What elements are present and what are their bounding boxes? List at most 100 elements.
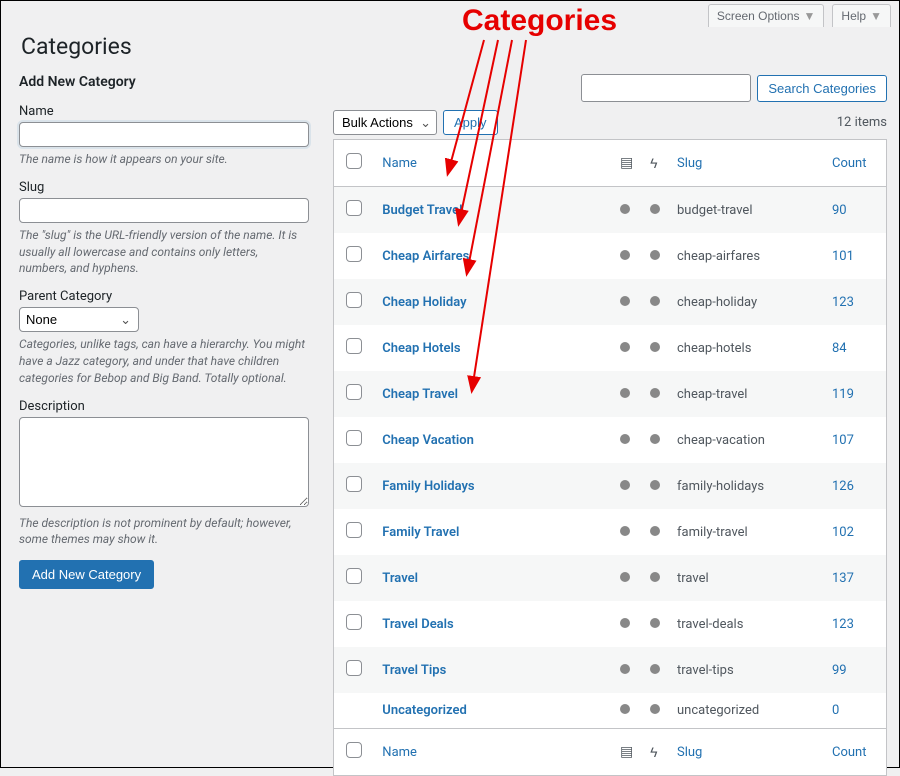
category-name-link[interactable]: Family Holidays (382, 479, 474, 494)
category-count-link[interactable]: 119 (832, 387, 854, 402)
category-slug: travel-tips (669, 647, 824, 693)
status-dot-icon (620, 664, 630, 674)
parent-label: Parent Category (19, 289, 309, 304)
row-checkbox[interactable] (346, 200, 362, 216)
status-dot-icon (620, 572, 630, 582)
items-count: 12 items (837, 115, 887, 130)
status-dot-icon (650, 250, 660, 260)
category-slug: cheap-hotels (669, 325, 824, 371)
category-name-link[interactable]: Cheap Travel (382, 387, 458, 402)
row-checkbox[interactable] (346, 568, 362, 584)
slug-input[interactable] (19, 198, 309, 223)
apply-button[interactable]: Apply (443, 110, 498, 135)
category-count-link[interactable]: 90 (832, 203, 847, 218)
table-row: Travel travel 137 (334, 555, 886, 601)
category-slug: travel (669, 555, 824, 601)
category-count-link[interactable]: 0 (832, 703, 839, 718)
row-checkbox[interactable] (346, 614, 362, 630)
row-checkbox[interactable] (346, 384, 362, 400)
table-row: Cheap Vacation cheap-vacation 107 (334, 417, 886, 463)
screen-options-tab[interactable]: Screen Options ▼ (708, 4, 825, 27)
table-row: Travel Tips travel-tips 99 (334, 647, 886, 693)
category-count-link[interactable]: 101 (832, 249, 854, 264)
table-row: Uncategorized uncategorized 0 (334, 693, 886, 728)
parent-select[interactable]: None (19, 307, 139, 332)
category-count-link[interactable]: 126 (832, 479, 854, 494)
table-row: Travel Deals travel-deals 123 (334, 601, 886, 647)
table-row: Family Holidaysfamily-holidays126 (334, 463, 886, 509)
select-all-checkbox[interactable] (346, 153, 362, 169)
status-dot-icon (650, 618, 660, 628)
category-count-link[interactable]: 84 (832, 341, 847, 356)
category-count-link[interactable]: 137 (832, 571, 854, 586)
category-name-link[interactable]: Cheap Airfares (382, 249, 469, 264)
row-checkbox[interactable] (346, 292, 362, 308)
row-checkbox[interactable] (346, 476, 362, 492)
row-checkbox[interactable] (346, 660, 362, 676)
row-checkbox[interactable] (346, 522, 362, 538)
category-name-link[interactable]: Uncategorized (382, 703, 467, 718)
screen-options-label: Screen Options (717, 9, 800, 23)
category-name-link[interactable]: Cheap Holiday (382, 295, 466, 310)
category-name-link[interactable]: Family Travel (382, 525, 459, 540)
category-name-link[interactable]: Cheap Hotels (382, 341, 460, 356)
category-name-link[interactable]: Travel (382, 571, 418, 586)
row-checkbox[interactable] (346, 338, 362, 354)
category-count-link[interactable]: 107 (832, 433, 854, 448)
name-hint: The name is how it appears on your site. (19, 151, 309, 168)
status-dot-icon (620, 250, 630, 260)
slug-label: Slug (19, 180, 309, 195)
category-count-link[interactable]: 99 (832, 663, 847, 678)
status-dot-icon (650, 342, 660, 352)
category-slug: cheap-travel (669, 371, 824, 417)
seo-column-icon: ▤ (620, 155, 633, 171)
table-row: Cheap Hotels cheap-hotels 84 (334, 325, 886, 371)
row-checkbox[interactable] (346, 246, 362, 262)
bulk-actions-select[interactable]: Bulk Actions (333, 110, 437, 135)
category-count-link[interactable]: 102 (832, 525, 854, 540)
category-count-link[interactable]: 123 (832, 295, 854, 310)
col-slug-header[interactable]: Slug (677, 156, 702, 171)
name-input[interactable] (19, 122, 309, 147)
status-dot-icon (650, 296, 660, 306)
status-dot-icon (620, 618, 630, 628)
description-hint: The description is not prominent by defa… (19, 515, 309, 549)
col-slug-footer[interactable]: Slug (677, 745, 702, 760)
status-dot-icon (650, 204, 660, 214)
status-dot-icon (650, 434, 660, 444)
col-count-footer[interactable]: Count (832, 745, 866, 760)
row-checkbox[interactable] (346, 430, 362, 446)
category-name-link[interactable]: Cheap Vacation (382, 433, 474, 448)
category-name-link[interactable]: Budget Travel (382, 203, 462, 218)
slug-hint: The "slug" is the URL-friendly version o… (19, 227, 309, 277)
col-count-header[interactable]: Count (832, 156, 866, 171)
category-count-link[interactable]: 123 (832, 617, 854, 632)
help-label: Help (841, 9, 866, 23)
category-slug: travel-deals (669, 601, 824, 647)
description-textarea[interactable] (19, 417, 309, 507)
status-dot-icon (620, 204, 630, 214)
chevron-down-icon: ▼ (804, 9, 816, 23)
add-category-button[interactable]: Add New Category (19, 560, 154, 589)
search-input[interactable] (581, 74, 751, 102)
readability-column-icon: ϟ (650, 155, 657, 172)
search-button[interactable]: Search Categories (757, 75, 887, 102)
category-name-link[interactable]: Travel Tips (382, 663, 446, 678)
parent-hint: Categories, unlike tags, can have a hier… (19, 336, 309, 386)
table-row: Budget Travelbudget-travel90 (334, 187, 886, 233)
categories-table: Name ▤ ϟ Slug Count Budget Travelbudget-… (333, 139, 887, 776)
chevron-down-icon: ▼ (870, 9, 882, 23)
col-name-header[interactable]: Name (382, 156, 417, 171)
category-slug: cheap-holiday (669, 279, 824, 325)
status-dot-icon (650, 704, 660, 714)
table-row: Cheap Airfarescheap-airfares101 (334, 233, 886, 279)
select-all-checkbox-bottom[interactable] (346, 742, 362, 758)
category-slug: uncategorized (669, 693, 824, 728)
status-dot-icon (620, 342, 630, 352)
status-dot-icon (620, 296, 630, 306)
category-slug: cheap-vacation (669, 417, 824, 463)
category-name-link[interactable]: Travel Deals (382, 617, 453, 632)
table-row: Cheap Travel cheap-travel 119 (334, 371, 886, 417)
col-name-footer[interactable]: Name (382, 745, 417, 760)
help-tab[interactable]: Help ▼ (832, 4, 891, 27)
